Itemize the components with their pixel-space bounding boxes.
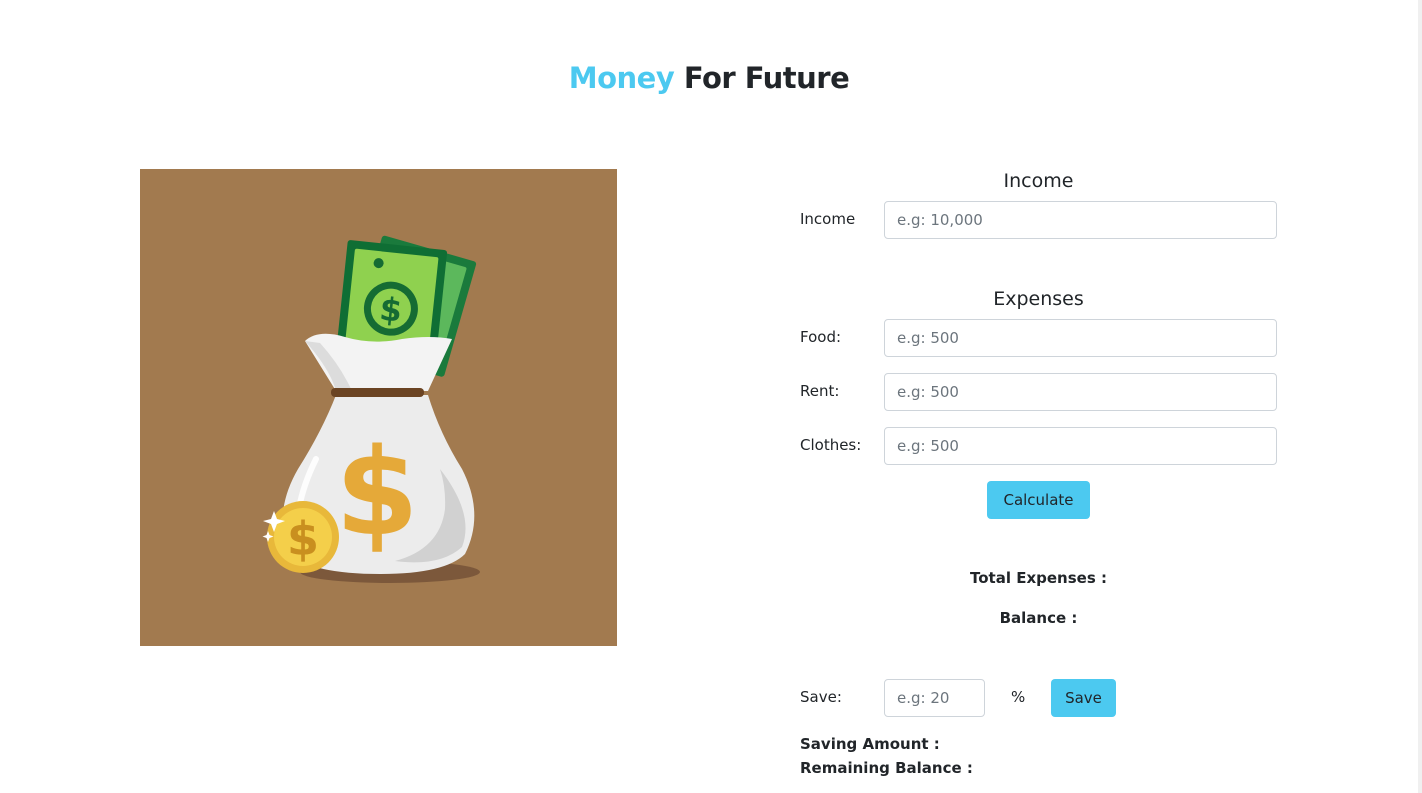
save-label: Save:	[800, 688, 842, 706]
save-button[interactable]: Save	[1051, 679, 1116, 717]
saving-amount-label: Saving Amount :	[800, 735, 940, 753]
svg-text:$: $	[287, 512, 319, 566]
clothes-input[interactable]	[884, 427, 1277, 465]
save-percent-input[interactable]	[884, 679, 985, 717]
remaining-balance-label: Remaining Balance :	[800, 759, 973, 777]
balance-label: Balance :	[999, 609, 1078, 627]
percent-symbol: %	[1011, 688, 1026, 706]
clothes-label: Clothes:	[800, 436, 862, 454]
total-expenses-label: Total Expenses :	[970, 569, 1107, 587]
income-label: Income	[800, 210, 856, 228]
food-label: Food:	[800, 328, 842, 346]
rent-input[interactable]	[884, 373, 1277, 411]
page-title-accent: Money	[568, 61, 675, 95]
expenses-heading: Expenses	[993, 288, 1084, 310]
svg-text:$: $	[378, 290, 404, 330]
page-title-rest: For Future	[683, 61, 850, 95]
svg-text:$: $	[335, 424, 419, 563]
page-title: Money For Future	[0, 58, 1418, 98]
page-scrollbar[interactable]	[1418, 0, 1422, 793]
calculate-button[interactable]: Calculate	[987, 481, 1090, 519]
money-bag-illustration: $ $ $	[140, 169, 617, 646]
food-input[interactable]	[884, 319, 1277, 357]
money-bag-icon: $ $ $	[262, 235, 480, 583]
rent-label: Rent:	[800, 382, 840, 400]
income-heading: Income	[1003, 170, 1074, 192]
income-input[interactable]	[884, 201, 1277, 239]
